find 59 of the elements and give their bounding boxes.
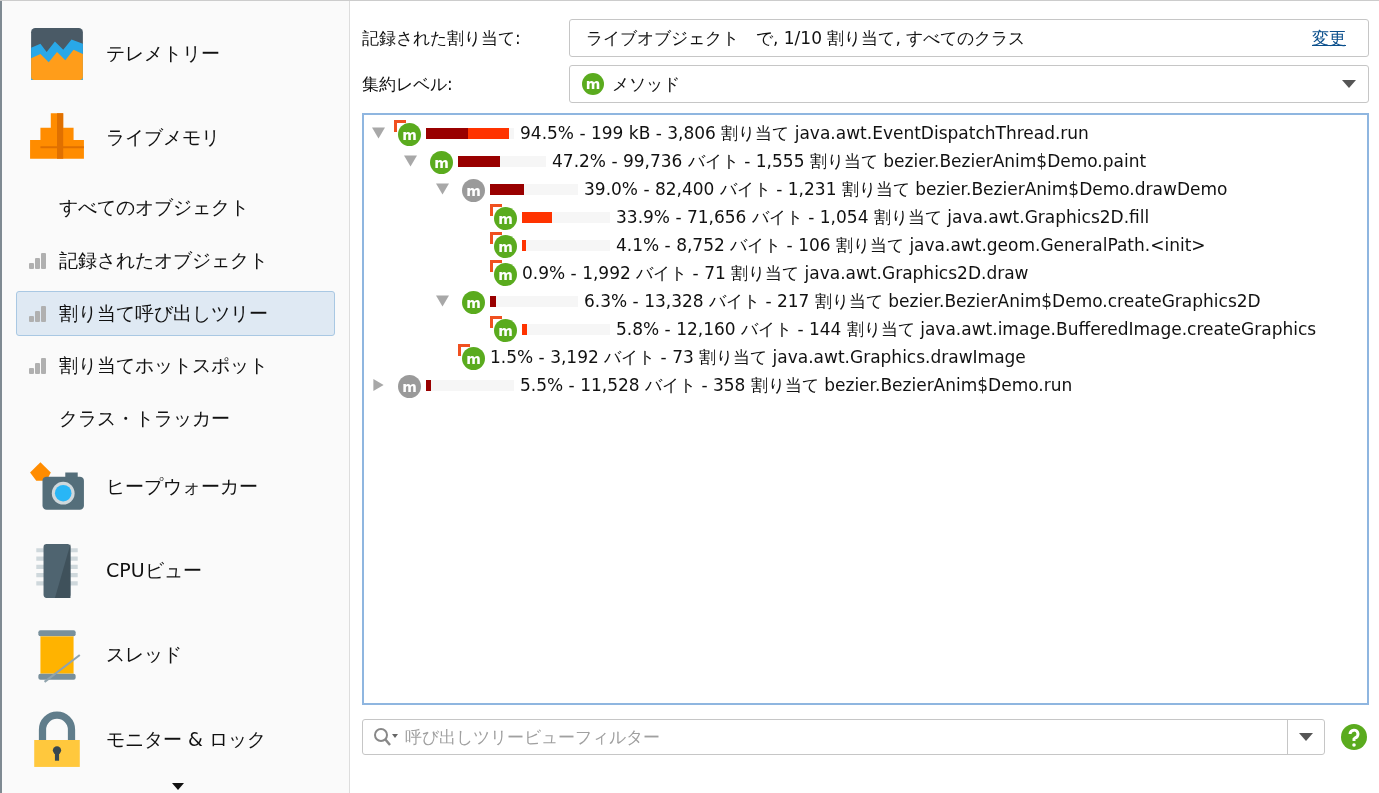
help-icon[interactable]	[1341, 724, 1367, 750]
expanded-triangle-icon[interactable]	[372, 127, 385, 139]
tree-node-label: 0.9% - 1,992 バイト - 71 割り当て java.awt.Graphics2D.draw	[522, 261, 1029, 285]
sidebar-section[interactable]: スレッド	[28, 624, 335, 687]
tree-row[interactable]: m 5.8% - 12,160 バイト - 144 割り当て java.awt.image.BufferedImage.createGraphics	[364, 315, 1367, 343]
sidebar-section[interactable]: テレメトリー	[28, 23, 335, 86]
tree-node-label: 6.3% - 13,328 バイト - 217 割り当て bezier.BezierAnim$Demo.createGraphics2D	[584, 289, 1261, 313]
tree-row[interactable]: m 6.3% - 13,328 バイト - 217 割り当て bezier.BezierAnim$Demo.createGraphics2D	[364, 287, 1367, 315]
tree-row[interactable]: m 0.9% - 1,992 バイト - 71 割り当て java.awt.Graphics2D.draw	[364, 259, 1367, 287]
filter-combo-box[interactable]: 呼び出しツリービューフィルター	[362, 719, 1325, 755]
aggregation-label: 集約レベル:	[362, 72, 454, 96]
recorded-value: ライブオブジェクト で, 1/10 割り当て, すべてのクラス	[586, 26, 1026, 50]
tree-node-label: 4.1% - 8,752 バイト - 106 割り当て java.awt.geom.GeneralPath.<init>	[616, 233, 1206, 257]
tree-row[interactable]: m 94.5% - 199 kB - 3,806 割り当て java.awt.EventDispatchThread.run	[364, 119, 1367, 147]
recorded-label: 記録された割り当て:	[362, 26, 522, 50]
method-badge: m	[398, 375, 421, 398]
tree-row[interactable]: m 4.1% - 8,752 バイト - 106 割り当て java.awt.geom.GeneralPath.<init>	[364, 231, 1367, 259]
method-badge: m	[582, 73, 604, 95]
tree-node-label: 47.2% - 99,736 バイト - 1,555 割り当て bezier.BezierAnim$Demo.paint	[552, 149, 1147, 173]
tree-row[interactable]: m 47.2% - 99,736 バイト - 1,555 割り当て bezier.BezierAnim$Demo.paint	[364, 147, 1367, 175]
change-link[interactable]: 変更	[1312, 26, 1346, 50]
expanded-triangle-icon[interactable]	[436, 183, 449, 195]
sidebar-section[interactable]: CPUビュー	[28, 540, 335, 603]
search-icon	[373, 727, 399, 747]
sidebar-item[interactable]: 記録されたオブジェクト	[16, 238, 335, 284]
method-badge: m	[462, 291, 485, 314]
method-badge: m	[494, 319, 517, 342]
method-badge: m	[462, 347, 485, 370]
filter-field[interactable]: 呼び出しツリービューフィルター	[403, 726, 1287, 748]
sidebar-item[interactable]: 割り当てホットスポット	[16, 344, 335, 389]
expanded-triangle-icon[interactable]	[404, 155, 417, 167]
sidebar-item[interactable]: クラス・トラッカー	[16, 396, 335, 442]
sidebar-section[interactable]: ヒープウォーカー	[28, 455, 335, 519]
tree-node-label: 33.9% - 71,656 バイト - 1,054 割り当て java.awt.Graphics2D.fill	[616, 205, 1150, 229]
dropdown-caret-icon	[1342, 80, 1356, 88]
method-badge: m	[398, 123, 421, 146]
tree-node-label: 5.8% - 12,160 バイト - 144 割り当て java.awt.image.BufferedImage.createGraphics	[616, 317, 1317, 341]
method-badge: m	[494, 207, 517, 230]
tree-node-label: 94.5% - 199 kB - 3,806 割り当て java.awt.EventDispatchThread.run	[520, 121, 1089, 145]
method-badge: m	[430, 151, 453, 174]
method-badge: m	[494, 235, 517, 258]
down-caret-icon[interactable]	[172, 783, 184, 791]
sidebar-item[interactable]: すべてのオブジェクト	[16, 185, 335, 231]
tree-node-label: 5.5% - 11,528 バイト - 358 割り当て bezier.BezierAnim$Demo.run	[520, 373, 1073, 397]
sidebar-item[interactable]: 割り当て呼び出しツリー	[16, 291, 335, 337]
method-badge: m	[494, 263, 517, 286]
tree-row[interactable]: m 1.5% - 3,192 バイト - 73 割り当て java.awt.Graphics.drawImage	[364, 343, 1367, 371]
tree-node-label: 1.5% - 3,192 バイト - 73 割り当て java.awt.Graphics.drawImage	[490, 345, 1026, 369]
aggregation-dropdown[interactable]: m メソッド	[569, 65, 1369, 103]
tree-row[interactable]: m 5.5% - 11,528 バイト - 358 割り当て bezier.BezierAnim$Demo.run	[364, 371, 1367, 399]
sidebar-section[interactable]: モニター & ロック	[28, 708, 335, 771]
tree-row[interactable]: m 33.9% - 71,656 バイト - 1,054 割り当て java.awt.Graphics2D.fill	[364, 203, 1367, 231]
sidebar-section[interactable]: ライブメモリ	[28, 107, 335, 170]
dropdown-caret-icon	[1299, 733, 1313, 741]
collapsed-triangle-icon[interactable]	[372, 379, 385, 391]
expanded-triangle-icon[interactable]	[436, 295, 449, 307]
tree-node-label: 39.0% - 82,400 バイト - 1,231 割り当て bezier.BezierAnim$Demo.drawDemo	[584, 177, 1228, 201]
tree-row[interactable]: m 39.0% - 82,400 バイト - 1,231 割り当て bezier.BezierAnim$Demo.drawDemo	[364, 175, 1367, 203]
method-badge: m	[462, 179, 485, 202]
